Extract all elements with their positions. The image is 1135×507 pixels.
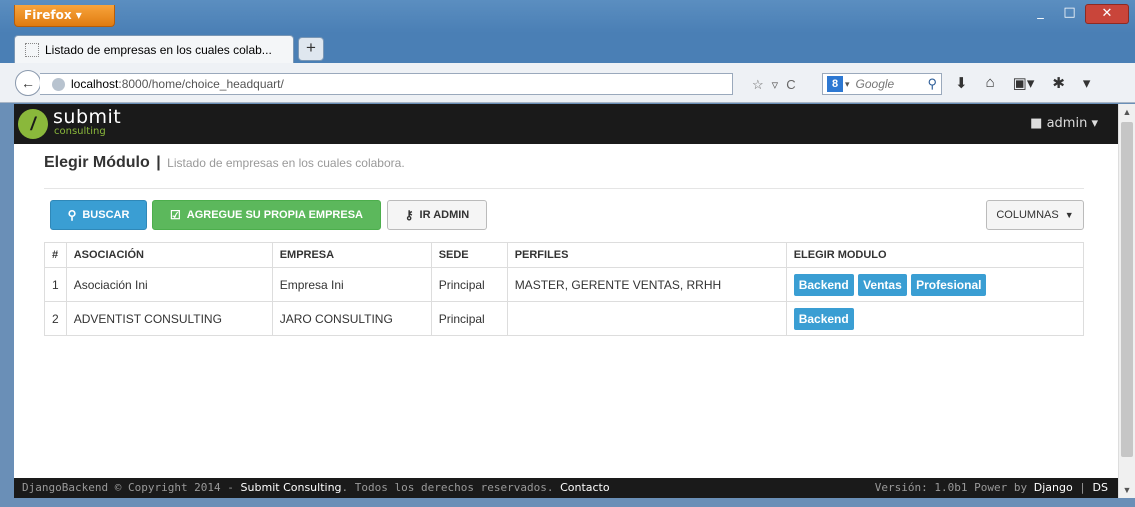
- menu-chevron-icon[interactable]: ▾: [1083, 74, 1091, 92]
- cell-empresa: JARO CONSULTING: [271, 301, 432, 336]
- minimize-button[interactable]: _: [1027, 4, 1054, 24]
- key-icon: ⚷: [404, 208, 414, 222]
- search-icon[interactable]: ⚲: [927, 76, 937, 92]
- history-dropdown-icon[interactable]: ▿: [772, 77, 779, 93]
- url-actions: ☆ ▿ C: [752, 77, 796, 93]
- companies-table: # ASOCIACIÓN EMPRESA SEDE PERFILES ELEGI…: [44, 242, 1085, 336]
- module-profesional-button[interactable]: Profesional: [911, 273, 987, 296]
- heading-divider: [44, 188, 1084, 189]
- cell-perfiles: [506, 301, 787, 336]
- column-header[interactable]: ELEGIR MODULO: [785, 242, 1085, 268]
- cell-asociacion: Asociación Ini: [65, 267, 273, 302]
- cell-empresa: Empresa Ini: [271, 267, 432, 302]
- url-text: localhost:8000/home/choice_headquart/: [71, 77, 284, 91]
- column-header[interactable]: PERFILES: [506, 242, 787, 268]
- close-button[interactable]: ✕: [1085, 4, 1129, 24]
- title-separator: |: [156, 154, 161, 171]
- cell-perfiles: MASTER, GERENTE VENTAS, RRHH: [506, 267, 787, 302]
- ir-admin-button[interactable]: ⚷ IR ADMIN: [387, 200, 487, 230]
- cell-sede: Principal: [430, 267, 508, 302]
- table-header-row: # ASOCIACIÓN EMPRESA SEDE PERFILES ELEGI…: [44, 242, 1085, 268]
- browser-toolbar: ⬇ ⌂ ▣▾ ✱ ▾: [955, 74, 1090, 92]
- column-header[interactable]: ASOCIACIÓN: [65, 242, 273, 268]
- page-favicon-icon: [25, 42, 39, 57]
- contact-link[interactable]: Contacto: [560, 481, 610, 494]
- add-company-button[interactable]: ☑ AGREGUE SU PROPIA EMPRESA: [152, 200, 381, 230]
- logo-subtext: consulting: [54, 126, 106, 137]
- footer-version: Versión: 1.0b1 Power by Django | DS: [874, 481, 1108, 494]
- back-button[interactable]: ←: [15, 70, 41, 96]
- firefox-menu-button[interactable]: Firefox ▾: [14, 5, 115, 27]
- window-titlebar: Firefox ▾ _ □ ✕: [0, 0, 1135, 33]
- chevron-down-icon: ▼: [1064, 210, 1074, 220]
- cell-num: 1: [44, 267, 67, 302]
- chevron-down-icon: ▾: [1091, 116, 1098, 131]
- window-controls: _ □ ✕: [1027, 4, 1129, 24]
- tab-strip: Listado de empresas en los cuales colab.…: [0, 33, 1135, 63]
- new-tab-button[interactable]: +: [298, 37, 324, 61]
- cell-modulos: Backend: [785, 301, 1085, 336]
- user-name: admin: [1046, 116, 1088, 131]
- browser-tab[interactable]: Listado de empresas en los cuales colab.…: [14, 35, 294, 63]
- cell-sede: Principal: [430, 301, 508, 336]
- buscar-label: BUSCAR: [82, 209, 130, 221]
- bookmark-star-icon[interactable]: ☆: [752, 77, 764, 93]
- ds-link[interactable]: DS: [1093, 481, 1108, 494]
- download-icon[interactable]: ⬇: [955, 74, 968, 92]
- google-logo-icon[interactable]: 8: [827, 76, 843, 92]
- globe-icon: [52, 77, 65, 91]
- module-backend-button[interactable]: Backend: [793, 273, 854, 296]
- page-subtitle: Listado de empresas en los cuales colabo…: [167, 156, 405, 170]
- back-arrow-icon: ←: [21, 75, 35, 91]
- maximize-button[interactable]: □: [1056, 4, 1083, 24]
- cell-modulos: Backend Ventas Profesional: [785, 267, 1085, 302]
- table-row: 1 Asociación Ini Empresa Ini Principal M…: [44, 267, 1085, 302]
- page-heading: Elegir Módulo | Listado de empresas en l…: [44, 154, 405, 172]
- scroll-down-icon[interactable]: ▼: [1119, 482, 1135, 498]
- ir-admin-label: IR ADMIN: [419, 209, 470, 221]
- extension-icon[interactable]: ✱: [1052, 74, 1065, 92]
- footer-copyright: DjangoBackend © Copyright 2014 - Submit …: [22, 481, 610, 494]
- columns-dropdown-button[interactable]: COLUMNAS ▼: [986, 200, 1084, 230]
- column-header[interactable]: EMPRESA: [271, 242, 432, 268]
- url-bar[interactable]: localhost:8000/home/choice_headquart/: [40, 73, 733, 95]
- page-viewport: / submit consulting ■ admin ▾ Elegir Mód…: [14, 104, 1118, 498]
- user-icon: ■: [1030, 116, 1043, 131]
- module-backend-button[interactable]: Backend: [793, 307, 854, 330]
- logo-icon[interactable]: /: [18, 109, 48, 139]
- chevron-down-icon[interactable]: ▾: [845, 79, 850, 90]
- page-footer: DjangoBackend © Copyright 2014 - Submit …: [14, 478, 1118, 498]
- column-header[interactable]: #: [44, 242, 67, 268]
- tab-title: Listado de empresas en los cuales colab.…: [45, 42, 272, 57]
- home-icon[interactable]: ⌂: [986, 74, 995, 92]
- search-bar[interactable]: 8 ▾ Google ⚲: [822, 73, 942, 95]
- column-header[interactable]: SEDE: [430, 242, 508, 268]
- company-link[interactable]: Submit Consulting: [241, 481, 342, 494]
- cell-asociacion: ADVENTIST CONSULTING: [65, 301, 273, 336]
- vertical-scrollbar[interactable]: ▲ ▼: [1118, 104, 1135, 498]
- scroll-up-icon[interactable]: ▲: [1119, 104, 1135, 120]
- scroll-thumb[interactable]: [1121, 122, 1133, 457]
- columns-label: COLUMNAS: [996, 209, 1059, 221]
- user-menu[interactable]: ■ admin ▾: [1030, 116, 1098, 131]
- reload-icon[interactable]: C: [786, 77, 795, 93]
- table-row: 2 ADVENTIST CONSULTING JARO CONSULTING P…: [44, 301, 1085, 336]
- module-ventas-button[interactable]: Ventas: [858, 273, 907, 296]
- addon-icon[interactable]: ▣▾: [1013, 74, 1035, 92]
- navigation-bar: ← localhost:8000/home/choice_headquart/ …: [0, 63, 1135, 103]
- app-header: / submit consulting ■ admin ▾: [14, 104, 1118, 144]
- cell-num: 2: [44, 301, 67, 336]
- search-icon: ⚲: [67, 208, 77, 222]
- buscar-button[interactable]: ⚲ BUSCAR: [50, 200, 147, 230]
- page-title: Elegir Módulo: [44, 154, 150, 171]
- checkbox-icon: ☑: [170, 208, 181, 222]
- django-link[interactable]: Django: [1034, 481, 1073, 494]
- logo-text: submit: [53, 106, 122, 128]
- search-engine-label: Google: [855, 77, 895, 91]
- add-company-label: AGREGUE SU PROPIA EMPRESA: [186, 209, 363, 221]
